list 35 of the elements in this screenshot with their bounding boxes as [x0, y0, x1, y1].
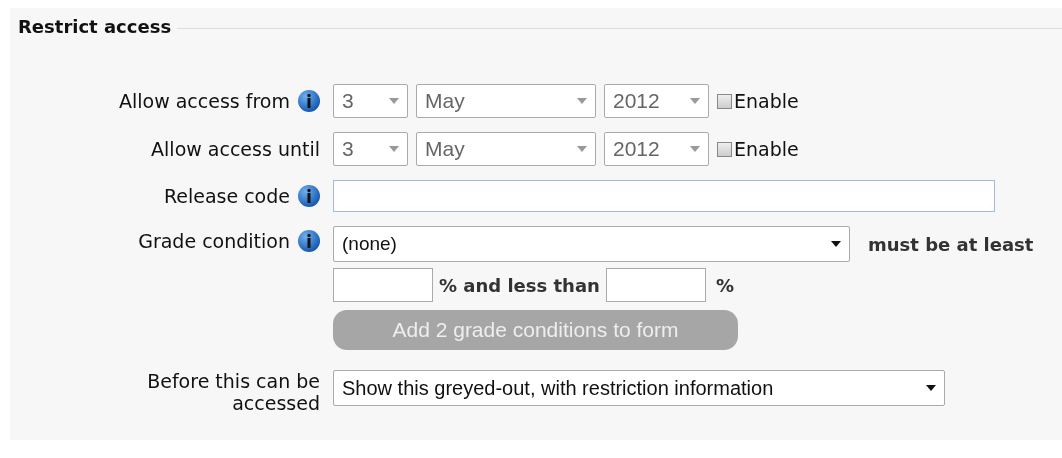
percent-text: %: [715, 274, 734, 296]
field-label: Allow access from: [118, 90, 290, 112]
field-label: Grade condition: [138, 230, 290, 252]
grade-select[interactable]: (none): [333, 226, 850, 262]
section-title: Restrict access: [18, 16, 172, 37]
month-select[interactable]: May: [416, 84, 596, 118]
caret-icon: [690, 146, 700, 152]
caret-icon: [577, 98, 587, 104]
enable-checkbox[interactable]: [717, 141, 732, 157]
caret-icon: [831, 241, 841, 247]
release-code-field[interactable]: [333, 180, 995, 212]
field-label: Before this can be accessed: [147, 370, 320, 414]
min-percent-field[interactable]: [333, 268, 433, 302]
enable-checkbox[interactable]: [717, 93, 732, 109]
caret-icon: [690, 98, 700, 104]
caret-icon: [577, 146, 587, 152]
caret-icon: [926, 385, 936, 391]
max-percent-field[interactable]: [605, 268, 706, 302]
info-icon[interactable]: [298, 185, 320, 207]
checkbox-label: Enable: [734, 90, 799, 112]
info-icon[interactable]: [298, 230, 320, 252]
info-icon[interactable]: [298, 90, 320, 112]
checkbox-label: Enable: [734, 138, 799, 160]
day-select[interactable]: 3: [333, 132, 408, 166]
field-label: Release code: [163, 185, 290, 207]
month-select[interactable]: May: [416, 132, 596, 166]
condition-text: % and less than: [439, 274, 600, 296]
caret-icon: [389, 146, 399, 152]
year-select[interactable]: 2012: [604, 132, 709, 166]
year-select[interactable]: 2012: [604, 84, 709, 118]
visibility-select[interactable]: Show this greyed-out, with restriction information: [333, 370, 945, 406]
condition-text: must be at least: [868, 233, 1034, 255]
caret-icon: [389, 98, 399, 104]
field-label: Allow access until: [151, 138, 320, 160]
day-select[interactable]: 3: [333, 84, 408, 118]
